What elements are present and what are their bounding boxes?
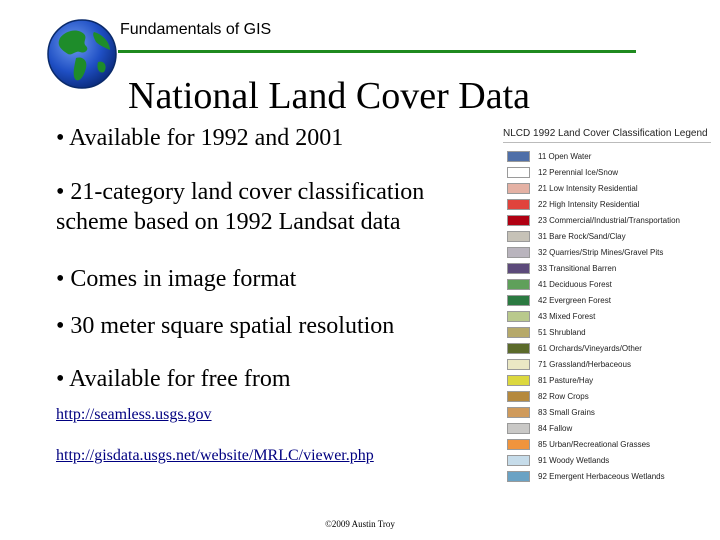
legend-label: 71 Grassland/Herbaceous: [538, 359, 631, 369]
legend-swatch: [507, 438, 530, 450]
legend-swatch: [507, 326, 530, 338]
legend-swatch: [507, 278, 530, 290]
legend-label: 84 Fallow: [538, 423, 573, 433]
globe-icon: [46, 18, 118, 90]
legend-swatch: [507, 470, 530, 482]
bullet-item: • Available for 1992 and 2001: [56, 125, 344, 151]
legend-swatch: [507, 454, 530, 466]
legend-item: 31 Bare Rock/Sand/Clay: [507, 228, 680, 244]
legend-item: 51 Shrubland: [507, 324, 680, 340]
legend-item: 71 Grassland/Herbaceous: [507, 356, 680, 372]
legend-swatch: [507, 390, 530, 402]
legend-item: 91 Woody Wetlands: [507, 452, 680, 468]
legend-swatch: [507, 182, 530, 194]
mrlc-viewer-link[interactable]: http://gisdata.usgs.net/website/MRLC/vie…: [56, 447, 374, 465]
header-divider: [118, 50, 636, 53]
legend-swatch: [507, 294, 530, 306]
legend-swatch: [507, 374, 530, 386]
seamless-link[interactable]: http://seamless.usgs.gov: [56, 406, 212, 424]
legend-label: 22 High Intensity Residential: [538, 199, 640, 209]
legend-label: 31 Bare Rock/Sand/Clay: [538, 231, 626, 241]
header-title: Fundamentals of GIS: [120, 21, 272, 38]
legend-item: 23 Commercial/Industrial/Transportation: [507, 212, 680, 228]
legend-swatch: [507, 214, 530, 226]
legend-swatch: [507, 246, 530, 258]
legend-swatch: [507, 358, 530, 370]
legend-list: 11 Open Water 12 Perennial Ice/Snow 21 Low…: [507, 148, 680, 484]
legend-label: 41 Deciduous Forest: [538, 279, 612, 289]
land-cover-legend: NLCD 1992 Land Cover Classification Lege…: [503, 128, 713, 488]
bullet-item: • 21-category land cover classification …: [56, 179, 425, 235]
legend-item: 42 Evergreen Forest: [507, 292, 680, 308]
legend-item: 32 Quarries/Strip Mines/Gravel Pits: [507, 244, 680, 260]
legend-swatch: [507, 310, 530, 322]
legend-label: 82 Row Crops: [538, 391, 589, 401]
legend-swatch: [507, 150, 530, 162]
legend-item: 33 Transitional Barren: [507, 260, 680, 276]
legend-label: 21 Low Intensity Residential: [538, 183, 638, 193]
legend-item: 11 Open Water: [507, 148, 680, 164]
legend-swatch: [507, 422, 530, 434]
legend-label: 92 Emergent Herbaceous Wetlands: [538, 471, 665, 481]
legend-swatch: [507, 342, 530, 354]
legend-item: 41 Deciduous Forest: [507, 276, 680, 292]
legend-label: 61 Orchards/Vineyards/Other: [538, 343, 642, 353]
copyright-footer: ©2009 Austin Troy: [325, 519, 395, 529]
legend-swatch: [507, 262, 530, 274]
legend-item: 82 Row Crops: [507, 388, 680, 404]
legend-item: 92 Emergent Herbaceous Wetlands: [507, 468, 680, 484]
legend-item: 22 High Intensity Residential: [507, 196, 680, 212]
bullet-item: • Comes in image format: [56, 266, 297, 292]
legend-item: 85 Urban/Recreational Grasses: [507, 436, 680, 452]
legend-label: 12 Perennial Ice/Snow: [538, 167, 619, 177]
legend-item: 84 Fallow: [507, 420, 680, 436]
legend-label: 85 Urban/Recreational Grasses: [538, 439, 651, 449]
legend-item: 21 Low Intensity Residential: [507, 180, 680, 196]
legend-label: 43 Mixed Forest: [538, 311, 596, 321]
legend-swatch: [507, 230, 530, 242]
legend-label: 33 Transitional Barren: [538, 263, 617, 273]
legend-label: 23 Commercial/Industrial/Transportation: [538, 215, 680, 225]
legend-swatch: [507, 406, 530, 418]
legend-swatch: [507, 166, 530, 178]
legend-swatch: [507, 198, 530, 210]
legend-label: 11 Open Water: [538, 151, 592, 161]
legend-label: 83 Small Grains: [538, 407, 595, 417]
bullet-item: • Available for free from: [56, 366, 291, 392]
legend-label: 32 Quarries/Strip Mines/Gravel Pits: [538, 247, 664, 257]
legend-item: 81 Pasture/Hay: [507, 372, 680, 388]
bullet-item: • 30 meter square spatial resolution: [56, 313, 395, 339]
legend-item: 12 Perennial Ice/Snow: [507, 164, 680, 180]
legend-label: 42 Evergreen Forest: [538, 295, 611, 305]
legend-item: 83 Small Grains: [507, 404, 680, 420]
legend-label: 91 Woody Wetlands: [538, 455, 610, 465]
slide-title: National Land Cover Data: [128, 75, 531, 117]
legend-divider: [503, 142, 711, 143]
legend-label: 81 Pasture/Hay: [538, 375, 594, 385]
legend-item: 43 Mixed Forest: [507, 308, 680, 324]
legend-title: NLCD 1992 Land Cover Classification Lege…: [503, 128, 708, 139]
legend-item: 61 Orchards/Vineyards/Other: [507, 340, 680, 356]
legend-label: 51 Shrubland: [538, 327, 586, 337]
